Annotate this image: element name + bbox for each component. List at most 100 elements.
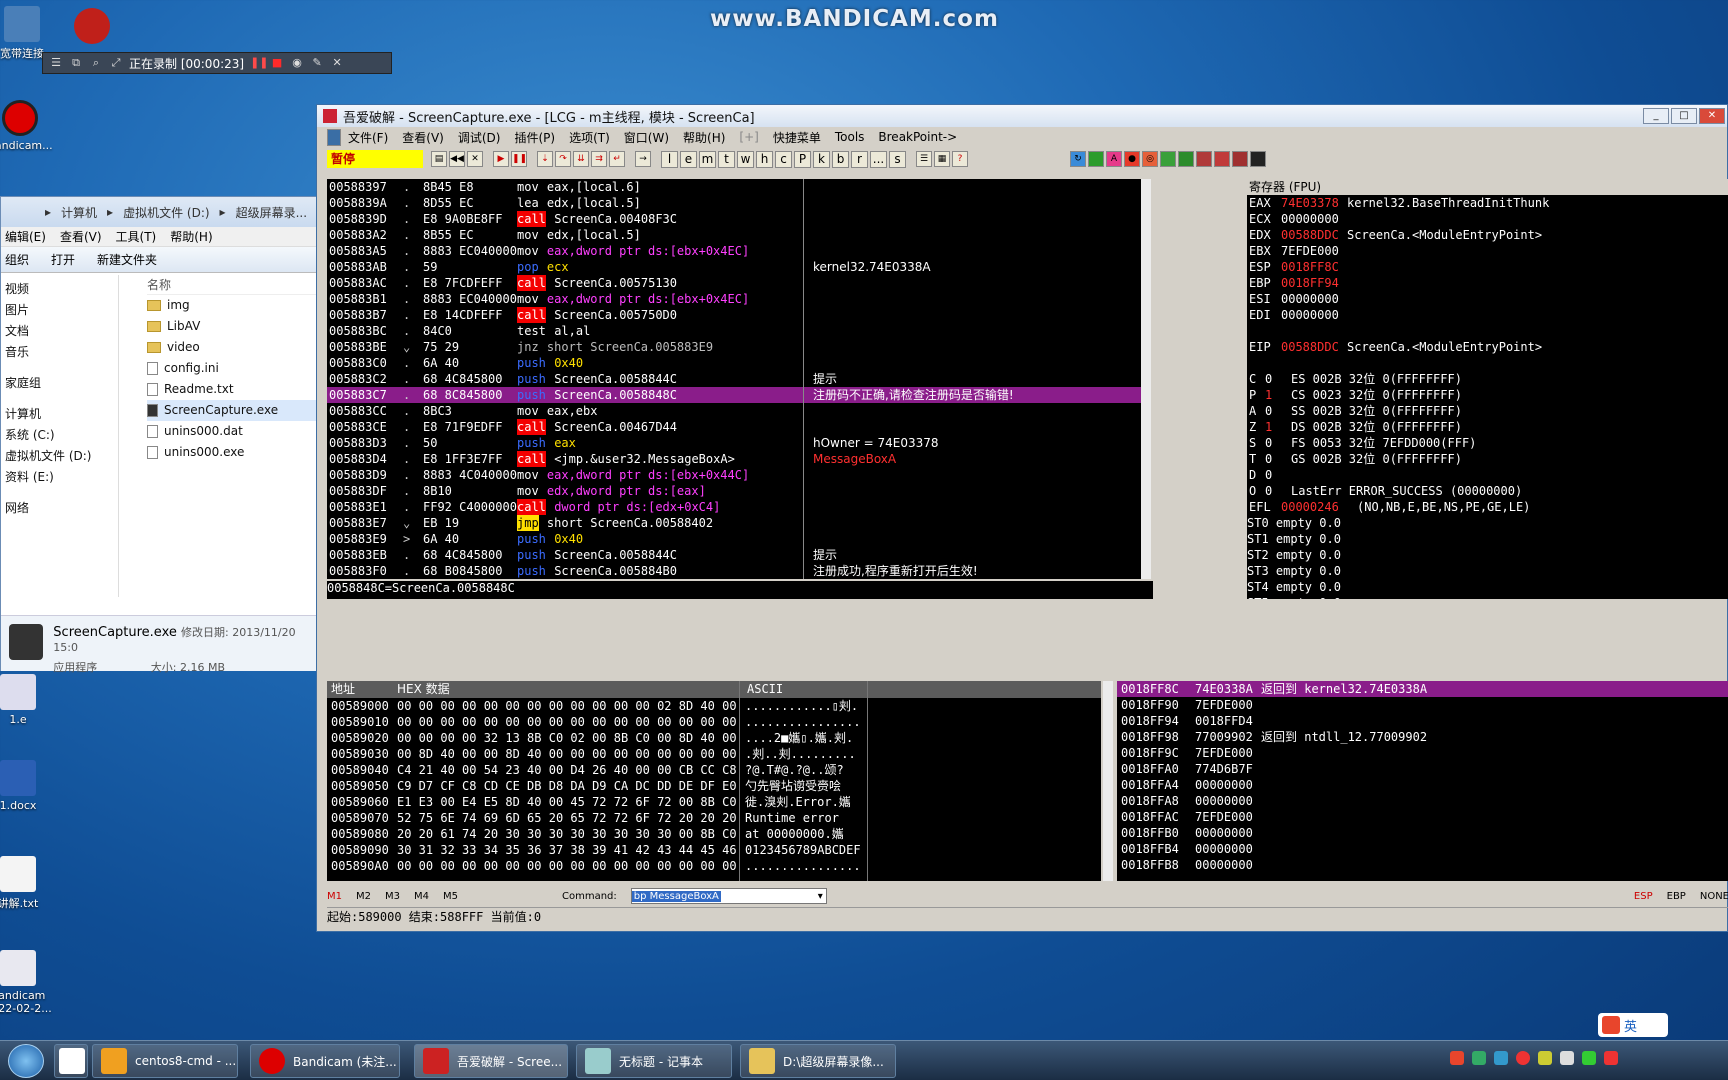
flag-row[interactable]: P 1 CS 0023 32位 0(FFFFFFFF) (1247, 387, 1728, 403)
disasm-row[interactable]: 005883E9 >6A 40 push 0x40 (327, 531, 1141, 547)
disasm-row[interactable]: 005883AC. E8 7FCDFEFF call ScreenCa.0057513… (327, 275, 1141, 291)
window-b-button[interactable]: b (832, 150, 849, 168)
disasm-row[interactable]: 00588397. 8B45 E8 mov eax,[local.6] (327, 179, 1141, 195)
dump-row[interactable]: 00589040 C4 21 40 00 54 23 40 00 D4 26 40… (327, 762, 1101, 778)
stack-row[interactable]: 0018FFA0 774D6B7F (1117, 761, 1728, 777)
none-button[interactable]: NONE (1700, 891, 1728, 902)
pause-icon[interactable]: ❚❚ (250, 56, 268, 70)
maximize-button[interactable]: □ (1671, 108, 1697, 124)
taskbar-centos[interactable]: centos8-cmd - ... (92, 1044, 238, 1078)
window-w-button[interactable]: w (737, 150, 754, 168)
disasm-row[interactable]: 0058839A. 8D55 EC lea edx,[local.5] (327, 195, 1141, 211)
breadcrumb-folder[interactable]: 超级屏幕录... (236, 204, 307, 221)
tray-icon[interactable] (1604, 1051, 1618, 1065)
tray-icon[interactable] (1538, 1051, 1552, 1065)
flag-row[interactable]: S 0 FS 0053 32位 7EFDD000(FFF) (1247, 435, 1728, 451)
help-icon[interactable]: ? (952, 151, 968, 167)
dump-row[interactable]: 00589030 00 8D 40 00 00 8D 40 00 00 00 00… (327, 746, 1101, 762)
stack-row[interactable]: 0018FFAC 7EFDE000 (1117, 809, 1728, 825)
plugin-target-icon[interactable]: ◎ (1142, 151, 1158, 167)
window-dots-button[interactable]: ... (870, 150, 887, 168)
desktop-icon-docx[interactable]: 1.docx (0, 760, 58, 812)
stack-row[interactable]: 0018FFA8 00000000 (1117, 793, 1728, 809)
menu-debug[interactable]: 调试(D) (451, 129, 508, 146)
column-name[interactable]: 名称 (147, 275, 317, 295)
record-tray-icon[interactable] (1516, 1051, 1530, 1065)
stack-row[interactable]: 0018FFB8 00000000 (1117, 857, 1728, 873)
register-row[interactable]: EBP 0018FF94 (1247, 275, 1728, 291)
stack-row[interactable]: 0018FFA4 00000000 (1117, 777, 1728, 793)
resize-icon[interactable]: ⤢ (109, 56, 123, 70)
window-k-button[interactable]: k (813, 150, 830, 168)
dump-row[interactable]: 00589020 00 00 00 00 32 13 8B C0 02 00 8B… (327, 730, 1101, 746)
dump-row[interactable]: 005890A0 00 00 00 00 00 00 00 00 00 00 00… (327, 858, 1101, 874)
window-p-button[interactable]: P (794, 150, 811, 168)
list-item[interactable]: LibAV (147, 316, 317, 337)
refresh-icon[interactable]: ↻ (1070, 151, 1086, 167)
taskbar-pinned-app[interactable] (54, 1044, 88, 1078)
tab-m4[interactable]: M4 (414, 891, 429, 902)
address-bar[interactable]: ▸ 计算机 ▸ 虚拟机文件 (D:) ▸ 超级屏幕录... (1, 197, 317, 227)
menu-help[interactable]: 帮助(H) (170, 228, 212, 245)
register-row[interactable]: ESI 00000000 (1247, 291, 1728, 307)
fpu-register-row[interactable]: ST0 empty 0.0 (1247, 515, 1728, 531)
pencil-icon[interactable]: ✎ (310, 56, 324, 70)
plugin-c-icon[interactable] (1178, 151, 1194, 167)
disasm-row[interactable]: 005883AB. 59 pop ecx kernel32.74E0338A (327, 259, 1141, 275)
menu-options[interactable]: 选项(T) (562, 129, 617, 146)
list-item[interactable]: Readme.txt (147, 379, 317, 400)
dump-scrollbar[interactable] (1103, 681, 1113, 881)
menu-plugins[interactable]: 插件(P) (507, 129, 562, 146)
command-input[interactable]: bp MessageBoxA ▾ (630, 888, 827, 904)
dump-row[interactable]: 00589050 C9 D7 CF C8 CD CE DB D8 DA D9 CA… (327, 778, 1101, 794)
disasm-row[interactable]: 005883CE. E8 71F9EDFF call ScreenCa.00467D4… (327, 419, 1141, 435)
taskbar-debugger[interactable]: 吾爱破解 - Scree... (414, 1044, 568, 1078)
desktop-icon-bandicam[interactable]: Bandicam... (0, 100, 60, 152)
tab-m5[interactable]: M5 (443, 891, 458, 902)
disasm-row[interactable]: 005883C2. 68 4C845800 push ScreenCa.0058844… (327, 371, 1141, 387)
plugin-g-icon[interactable] (1250, 151, 1266, 167)
open-icon[interactable]: ▤ (431, 151, 447, 167)
open-button[interactable]: 打开 (51, 251, 75, 268)
plugin-a-icon[interactable]: A (1106, 151, 1122, 167)
menu-view[interactable]: 查看(V) (395, 129, 451, 146)
window-r-button[interactable]: r (851, 150, 868, 168)
camera-icon[interactable]: ◉ (290, 56, 304, 70)
ime-bar[interactable]: 英 (1598, 1013, 1668, 1037)
disasm-row[interactable]: 005883B1. 8883 EC040000 mov eax,dword ptr d… (327, 291, 1141, 307)
breadcrumb-computer[interactable]: 计算机 (61, 204, 97, 221)
disasm-row[interactable]: 005883D9. 8883 4C040000 mov eax,dword ptr d… (327, 467, 1141, 483)
disasm-row[interactable]: 005883E7 ⌄ EB 19 jmp short ScreenCa.00588402 (327, 515, 1141, 531)
disasm-row[interactable]: 005883C7. 68 8C845800 push ScreenCa.0058848… (327, 387, 1141, 403)
disasm-row[interactable]: 005883A5. 8883 EC040000 mov eax,dword ptr d… (327, 243, 1141, 259)
register-row[interactable]: ESP 0018FF8C (1247, 259, 1728, 275)
dump-row[interactable]: 00589080 20 20 61 74 20 30 30 30 30 30 30… (327, 826, 1101, 842)
stack-row[interactable]: 0018FF9C 7EFDE000 (1117, 745, 1728, 761)
goto-icon[interactable]: → (635, 151, 651, 167)
step-into-icon[interactable]: ⇣ (537, 151, 553, 167)
close-button[interactable]: ✕ (1699, 108, 1725, 124)
nav-item-pictures[interactable]: 图片 (1, 300, 118, 321)
grid-icon[interactable]: ▦ (934, 151, 950, 167)
tab-m1[interactable]: M1 (327, 891, 342, 902)
fpu-register-row[interactable]: ST2 empty 0.0 (1247, 547, 1728, 563)
fpu-register-row[interactable]: ST5 empty 0.0 (1247, 595, 1728, 599)
tray-icon[interactable] (1494, 1051, 1508, 1065)
window-l-button[interactable]: l (661, 150, 678, 168)
esp-button[interactable]: ESP (1634, 891, 1653, 902)
window-icon[interactable]: ⧉ (69, 56, 83, 70)
run-icon[interactable]: ▶ (493, 151, 509, 167)
menu-shortcuts[interactable]: 快捷菜单 (766, 129, 828, 146)
disasm-row[interactable]: 005883F0. 68 B0845800 push ScreenCa.005884B… (327, 563, 1141, 579)
window-e-button[interactable]: e (680, 150, 697, 168)
taskbar-explorer[interactable]: D:\超级屏幕录像... (740, 1044, 896, 1078)
fpu-register-row[interactable]: ST1 empty 0.0 (1247, 531, 1728, 547)
tab-m2[interactable]: M2 (356, 891, 371, 902)
window-h-button[interactable]: h (756, 150, 773, 168)
disasm-row[interactable]: 005883BE ⌄ 75 29 jnz short ScreenCa.005883E9 (327, 339, 1141, 355)
disasm-row[interactable]: 0058839D. E8 9A0BE8FF call ScreenCa.00408F3… (327, 211, 1141, 227)
flag-row[interactable]: A 0 SS 002B 32位 0(FFFFFFFF) (1247, 403, 1728, 419)
menu-window[interactable]: 窗口(W) (617, 129, 676, 146)
window-m-button[interactable]: m (699, 150, 716, 168)
disasm-scrollbar[interactable] (1141, 179, 1151, 579)
